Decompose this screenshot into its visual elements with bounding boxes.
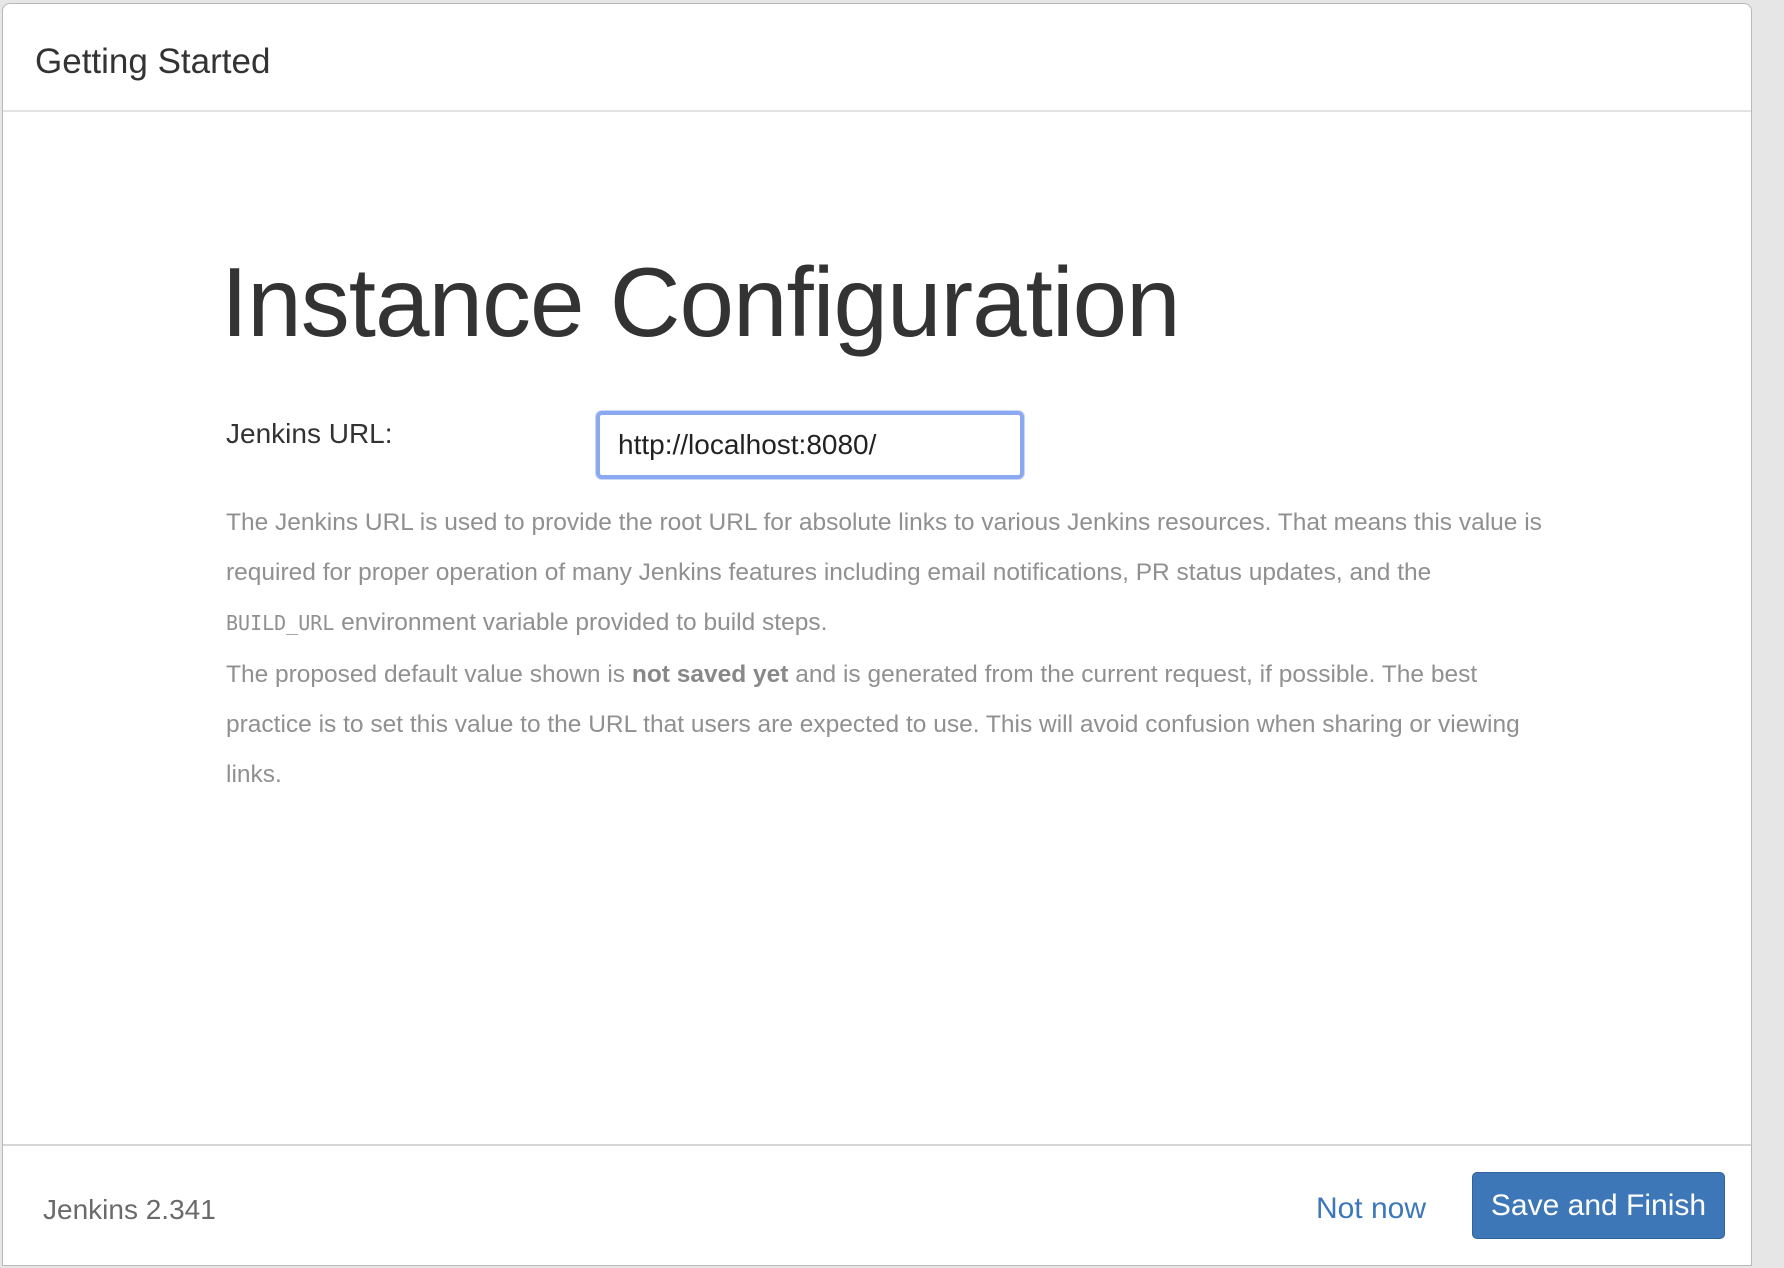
not-now-button[interactable]: Not now (1316, 1190, 1426, 1228)
dialog-footer: Jenkins 2.341 Not now Save and Finish (3, 1144, 1751, 1265)
setup-wizard-dialog: Getting Started Instance Configuration J… (2, 3, 1752, 1266)
help-text-part: The proposed default value shown is (226, 661, 632, 688)
jenkins-url-help-text: The Jenkins URL is used to provide the r… (226, 498, 1546, 648)
not-saved-emphasis: not saved yet (631, 661, 789, 688)
jenkins-url-label: Jenkins URL: (226, 418, 393, 449)
save-and-finish-button[interactable]: Save and Finish (1472, 1172, 1725, 1239)
build-url-code: BUILD_URL (226, 611, 335, 635)
dialog-header: Getting Started (3, 4, 1751, 112)
page-title: Instance Configuration (221, 247, 1181, 357)
dialog-body: Instance Configuration Jenkins URL: The … (3, 112, 1751, 1146)
help-text-part: environment variable provided to build s… (334, 609, 828, 636)
default-value-help-text: The proposed default value shown is not … (226, 650, 1546, 800)
jenkins-url-input[interactable] (596, 411, 1024, 479)
dialog-title: Getting Started (35, 42, 271, 81)
help-text-part: The Jenkins URL is used to provide the r… (226, 509, 1542, 586)
jenkins-version: Jenkins 2.341 (43, 1194, 216, 1225)
